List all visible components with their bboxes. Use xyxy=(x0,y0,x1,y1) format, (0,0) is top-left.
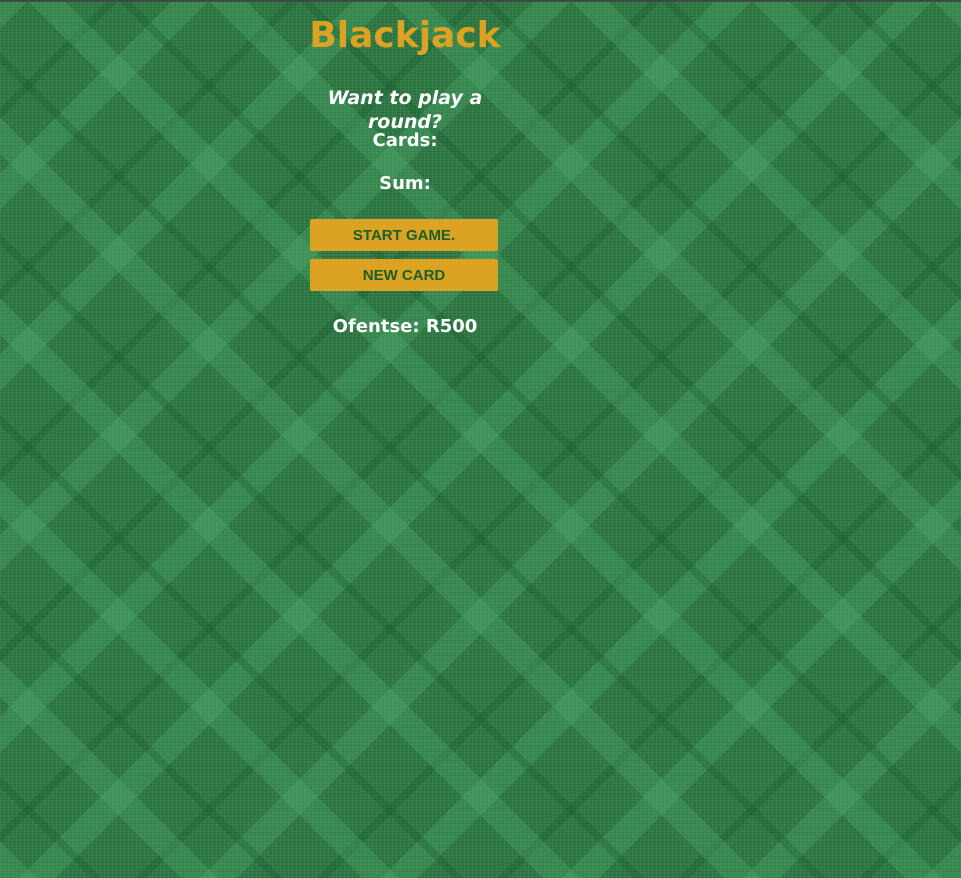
player-balance: Ofentse: R500 xyxy=(332,316,478,337)
start-game-button[interactable]: START GAME. xyxy=(310,219,498,251)
window-top-border xyxy=(0,0,961,2)
cards-display: Cards: xyxy=(372,130,438,151)
new-card-button[interactable]: NEW CARD xyxy=(310,259,498,291)
sum-display: Sum: xyxy=(379,173,431,194)
page-title: Blackjack xyxy=(309,15,501,56)
message-text: Want to play a round? xyxy=(327,87,483,133)
felt-table-background: { "header": { "title": "Blackjack", "mes… xyxy=(0,0,961,878)
